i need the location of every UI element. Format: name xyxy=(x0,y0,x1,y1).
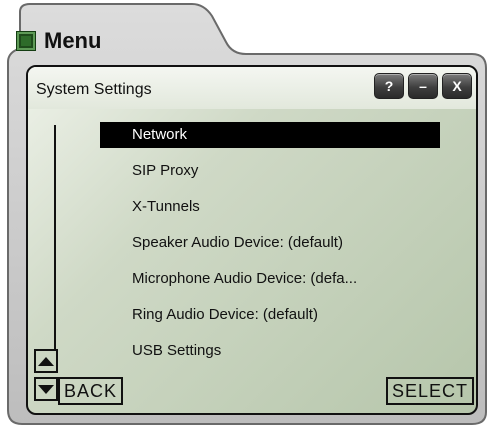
scroll-up-button[interactable] xyxy=(34,349,58,373)
arrow-down-icon xyxy=(38,384,54,394)
back-button[interactable]: BACK xyxy=(58,377,124,405)
scroll-track xyxy=(54,125,56,353)
lcd-screen: System Settings ? – X Network SIP Proxy … xyxy=(26,65,478,415)
menu-item-speaker-audio[interactable]: Speaker Audio Device: (default) xyxy=(100,230,440,256)
menu-item-usb-settings[interactable]: USB Settings xyxy=(100,338,440,364)
window-title: Menu xyxy=(44,28,102,53)
scroll-down-button[interactable] xyxy=(34,377,58,401)
help-button[interactable]: ? xyxy=(374,73,404,99)
menu-item-x-tunnels[interactable]: X-Tunnels xyxy=(100,194,440,220)
settings-menu: Network SIP Proxy X-Tunnels Speaker Audi… xyxy=(100,122,440,374)
select-button[interactable]: SELECT xyxy=(385,377,474,405)
app-grid-icon xyxy=(16,31,36,51)
menu-item-network[interactable]: Network xyxy=(100,122,440,148)
menu-item-microphone-audio[interactable]: Microphone Audio Device: (defa... xyxy=(100,266,440,292)
screen-title: System Settings xyxy=(36,81,152,98)
arrow-up-icon xyxy=(38,356,54,366)
minimize-button[interactable]: – xyxy=(408,73,438,99)
close-button[interactable]: X xyxy=(442,73,472,99)
window-controls: ? – X xyxy=(374,73,472,99)
window-title-bar[interactable]: Menu xyxy=(16,26,101,56)
menu-item-ring-audio[interactable]: Ring Audio Device: (default) xyxy=(100,302,440,328)
screen-header: System Settings ? – X xyxy=(28,67,476,109)
menu-item-sip-proxy[interactable]: SIP Proxy xyxy=(100,158,440,184)
